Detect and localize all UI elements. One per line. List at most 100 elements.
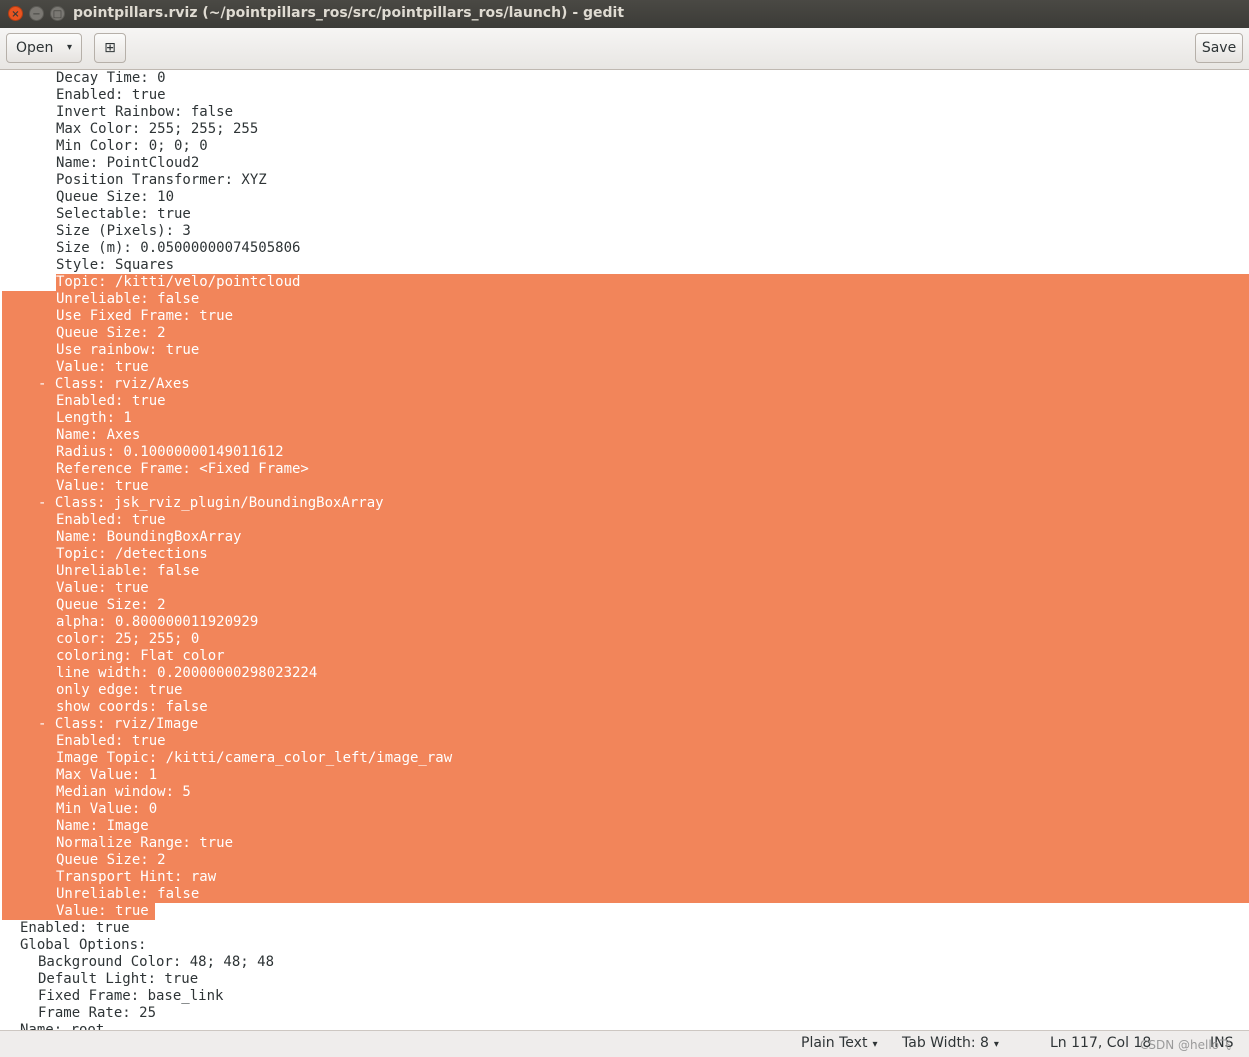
gedit-window: × − □ pointpillars.rviz (~/pointpillars_… [0,0,1249,1057]
editor-line[interactable]: - Class: rviz/Image [2,716,1249,733]
editor-line-text: Value: true [56,903,149,919]
window-title: pointpillars.rviz (~/pointpillars_ros/sr… [73,5,625,21]
minimize-window-icon[interactable]: − [29,6,44,21]
editor-line-text: Min Value: 0 [56,801,158,817]
language-label: Plain Text [801,1035,868,1051]
editor-line-text: only edge: true [56,682,183,698]
editor-line-text: Topic: /kitti/velo/pointcloud [56,274,301,290]
save-button[interactable]: Save [1195,33,1243,63]
editor-line-text: Global Options: [20,937,147,953]
editor-line-text: Enabled: true [56,87,166,103]
editor-line[interactable]: Queue Size: 2 [2,852,1249,869]
editor-line[interactable]: line width: 0.20000000298023224 [2,665,1249,682]
editor-line[interactable]: Radius: 0.10000000149011612 [2,444,1249,461]
editor-line-text: Invert Rainbow: false [56,104,234,120]
editor-line-text: Topic: /detections [56,546,208,562]
maximize-window-icon[interactable]: □ [50,6,65,21]
close-window-icon[interactable]: × [8,6,23,21]
editor-line[interactable]: Value: true [2,580,1249,597]
editor-line[interactable]: Min Value: 0 [2,801,1249,818]
editor-line-text: Name: root [20,1022,105,1030]
editor-line[interactable]: Value: true [2,903,155,920]
editor-line-text: - Class: rviz/Image [38,716,199,732]
editor-line-text: Name: Axes [56,427,141,443]
editor-line-text: - Class: rviz/Axes [38,376,190,392]
editor-line-text: show coords: false [56,699,208,715]
editor-line-text: Median window: 5 [56,784,191,800]
editor-line-text: Size (Pixels): 3 [56,223,191,239]
editor-line[interactable]: Unreliable: false [2,886,1249,903]
editor-line[interactable]: Topic: /kitti/velo/pointcloud [56,274,1249,291]
editor-line[interactable]: Value: true [2,478,1249,495]
editor-line[interactable]: Name: BoundingBoxArray [2,529,1249,546]
editor-line-text: Normalize Range: true [56,835,234,851]
editor-line[interactable]: Max Value: 1 [2,767,1249,784]
editor-line-text: Size (m): 0.05000000074505806 [56,240,301,256]
editor-line-text: Min Color: 0; 0; 0 [56,138,208,154]
text-editor[interactable]: Decay Time: 0 Enabled: true Invert Rainbow… [0,70,1249,1030]
editor-line-text: Reference Frame: <Fixed Frame> [56,461,309,477]
editor-line[interactable]: Name: Axes [2,427,1249,444]
editor-line[interactable]: Unreliable: false [2,291,1249,308]
chevron-down-icon: ▾ [66,42,72,53]
chevron-down-icon: ▾ [872,1039,878,1050]
editor-line[interactable]: Value: true [2,359,1249,376]
header-bar: Open ▾ ⊞ Save [0,28,1249,70]
editor-line-text: Value: true [56,580,149,596]
editor-line-text: Image Topic: /kitti/camera_color_left/im… [56,750,453,766]
editor-line-text: Name: BoundingBoxArray [56,529,242,545]
new-document-icon: ⊞ [104,40,116,56]
editor-line[interactable]: Topic: /detections [2,546,1249,563]
editor-line-text: Style: Squares [56,257,175,273]
tab-width-selector[interactable]: Tab Width: 8 ▾ [902,1035,999,1051]
editor-line[interactable]: only edge: true [2,682,1249,699]
editor-line-text: color: 25; 255; 0 [56,631,200,647]
editor-line[interactable]: Use Fixed Frame: true [2,308,1249,325]
open-button[interactable]: Open ▾ [6,33,82,63]
editor-line[interactable]: - Class: jsk_rviz_plugin/BoundingBoxArra… [2,495,1249,512]
editor-line[interactable]: Unreliable: false [2,563,1249,580]
editor-line-text: alpha: 0.800000011920929 [56,614,259,630]
tab-width-label: Tab Width: 8 [902,1035,989,1051]
status-bar: Plain Text ▾ Tab Width: 8 ▾ Ln 117, Col 18… [0,1030,1249,1057]
editor-line[interactable]: coloring: Flat color [2,648,1249,665]
editor-line[interactable]: show coords: false [2,699,1249,716]
editor-line-text: Max Color: 255; 255; 255 [56,121,259,137]
editor-line[interactable]: Normalize Range: true [2,835,1249,852]
editor-line[interactable]: Median window: 5 [2,784,1249,801]
editor-line[interactable]: - Class: rviz/Axes [2,376,1249,393]
editor-line[interactable]: Reference Frame: <Fixed Frame> [2,461,1249,478]
editor-line-text: Name: PointCloud2 [56,155,200,171]
editor-line-text: Transport Hint: raw [56,869,217,885]
editor-line[interactable]: Use rainbow: true [2,342,1249,359]
editor-line-text: Queue Size: 2 [56,325,166,341]
editor-line[interactable]: Queue Size: 2 [2,325,1249,342]
editor-line-text: line width: 0.20000000298023224 [56,665,318,681]
new-document-button[interactable]: ⊞ [94,33,126,63]
editor-line-text: coloring: Flat color [56,648,225,664]
editor-line-text: Unreliable: false [56,291,200,307]
language-selector[interactable]: Plain Text ▾ [801,1035,877,1051]
editor-line[interactable]: Transport Hint: raw [2,869,1249,886]
editor-line[interactable]: Enabled: true [2,512,1249,529]
editor-line[interactable]: Queue Size: 2 [2,597,1249,614]
watermark: CSDN @hello飞 [1139,1038,1231,1052]
editor-line-text: Queue Size: 2 [56,597,166,613]
editor-line-text: Decay Time: 0 [56,70,166,86]
editor-line-text: Position Transformer: XYZ [56,172,267,188]
editor-line[interactable]: color: 25; 255; 0 [2,631,1249,648]
editor-line-text: Enabled: true [20,920,130,936]
editor-line-text: Value: true [56,359,149,375]
editor-line[interactable]: Length: 1 [2,410,1249,427]
editor-line-text: Use rainbow: true [56,342,200,358]
title-bar[interactable]: × − □ pointpillars.rviz (~/pointpillars_… [0,0,1249,28]
editor-line-text: Length: 1 [56,410,132,426]
editor-line[interactable]: Image Topic: /kitti/camera_color_left/im… [2,750,1249,767]
editor-line[interactable]: Name: Image [2,818,1249,835]
editor-line[interactable]: Enabled: true [2,393,1249,410]
editor-line[interactable]: alpha: 0.800000011920929 [2,614,1249,631]
editor-line-text: Enabled: true [56,512,166,528]
editor-line-text: Frame Rate: 25 [38,1005,157,1021]
editor-line-text: Enabled: true [56,393,166,409]
editor-line[interactable]: Enabled: true [2,733,1249,750]
